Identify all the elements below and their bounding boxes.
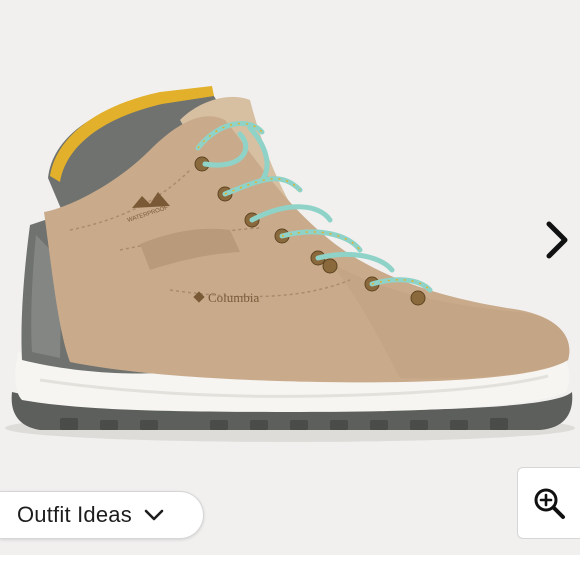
outfit-ideas-button[interactable]: Outfit Ideas [0, 491, 204, 539]
brand-logo-text: Columbia [208, 290, 260, 305]
product-image-viewer: Columbia WATERPROOF Outfit Ideas [0, 0, 580, 580]
chevron-down-icon [144, 508, 164, 522]
image-footer-strip [0, 555, 580, 580]
outfit-ideas-label: Outfit Ideas [17, 502, 132, 527]
product-photo: Columbia WATERPROOF [0, 0, 580, 555]
zoom-in-icon [534, 488, 565, 519]
next-image-button[interactable] [535, 212, 579, 268]
zoom-button[interactable] [517, 467, 580, 539]
chevron-right-icon [546, 221, 568, 259]
